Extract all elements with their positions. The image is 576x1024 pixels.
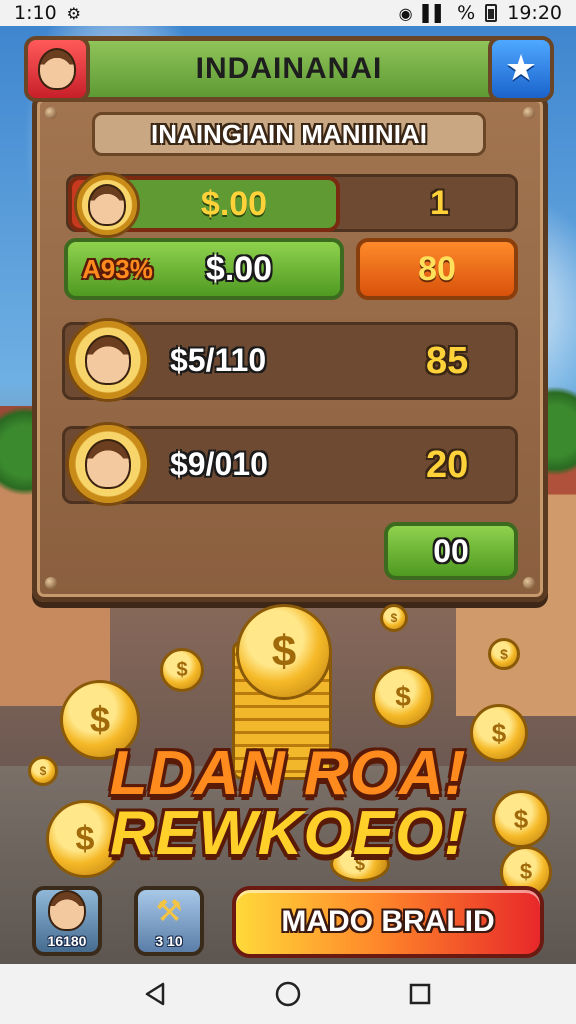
rivet-icon xyxy=(45,107,57,119)
row-2-value-pill[interactable]: 80 xyxy=(356,238,518,300)
panel-subtitle: INAINGIAIN MANIINIAI xyxy=(151,118,427,149)
recents-icon xyxy=(409,983,431,1005)
star-icon: ★ xyxy=(504,48,538,89)
profile-shortcut-button[interactable]: 16180 xyxy=(32,886,102,956)
reward-banner-line-2: REWKOEO! xyxy=(110,799,466,868)
inventory-button[interactable]: ⚒ 3 10 xyxy=(134,886,204,956)
character-avatar-icon xyxy=(85,439,131,489)
player-avatar-icon xyxy=(48,890,86,931)
profile-button[interactable] xyxy=(24,36,90,102)
player-avatar-icon xyxy=(38,48,76,90)
coin-icon: $ xyxy=(236,604,332,700)
home-button[interactable] xyxy=(266,972,310,1016)
row-2-value: 80 xyxy=(418,249,456,288)
header-bar: INDAINANAI xyxy=(24,36,554,102)
rivet-icon xyxy=(523,107,535,119)
row-3-amount: $5/110 xyxy=(170,342,267,378)
coin-icon: $ xyxy=(488,638,520,670)
character-avatar-icon xyxy=(85,335,131,385)
status-bar: 1:10 ⚙ ◉ ▌▌ % 19:20 xyxy=(0,0,576,26)
coin-icon: $ xyxy=(372,666,434,728)
row-3-medal xyxy=(66,318,150,402)
character-avatar-icon xyxy=(88,184,126,226)
status-time-right: 19:20 xyxy=(507,2,562,24)
row-4-amount: $9/010 xyxy=(170,446,268,482)
row-4-medal xyxy=(66,422,150,506)
row-2-amount-bar[interactable]: A93% $.00 xyxy=(64,238,344,300)
signal-text: % xyxy=(457,2,476,24)
rivet-icon xyxy=(523,577,535,589)
signal-icon: ▌▌ xyxy=(422,3,448,23)
wrench-icon: ⚒ xyxy=(155,894,183,929)
subtitle-bar: INAINGIAIN MANIINIAI xyxy=(92,112,486,156)
row-1-amount: $.00 xyxy=(200,184,268,223)
system-nav-bar xyxy=(0,964,576,1024)
back-button[interactable] xyxy=(134,972,178,1016)
row-1-medal xyxy=(74,172,140,238)
row-4-value: 20 xyxy=(426,444,469,486)
row-2-badge: A93% xyxy=(82,253,153,284)
back-icon xyxy=(145,982,165,1006)
main-action-button[interactable]: MADO BRALID xyxy=(232,886,544,958)
coin-icon: $ xyxy=(380,604,408,632)
row-1-value: 1 xyxy=(430,184,449,222)
favorites-button[interactable]: ★ xyxy=(488,36,554,102)
wifi-icon: ◉ xyxy=(398,3,413,23)
rivet-icon xyxy=(45,577,57,589)
battery-icon xyxy=(485,4,498,22)
inventory-button-label: 3 10 xyxy=(155,933,183,949)
notification-icon: ⚙ xyxy=(66,3,82,23)
page-title: INDAINANAI xyxy=(195,52,383,85)
home-icon xyxy=(275,981,301,1007)
main-action-label: MADO BRALID xyxy=(281,905,495,938)
status-time-left: 1:10 xyxy=(14,2,57,24)
collect-button-label: 00 xyxy=(433,532,469,569)
collect-button[interactable]: 00 xyxy=(384,522,518,580)
recents-button[interactable] xyxy=(398,972,442,1016)
row-2-amount: $.00 xyxy=(205,249,273,288)
profile-shortcut-label: 16180 xyxy=(47,933,87,949)
row-3-value: 85 xyxy=(426,340,469,382)
coin-icon: $ xyxy=(160,648,204,692)
